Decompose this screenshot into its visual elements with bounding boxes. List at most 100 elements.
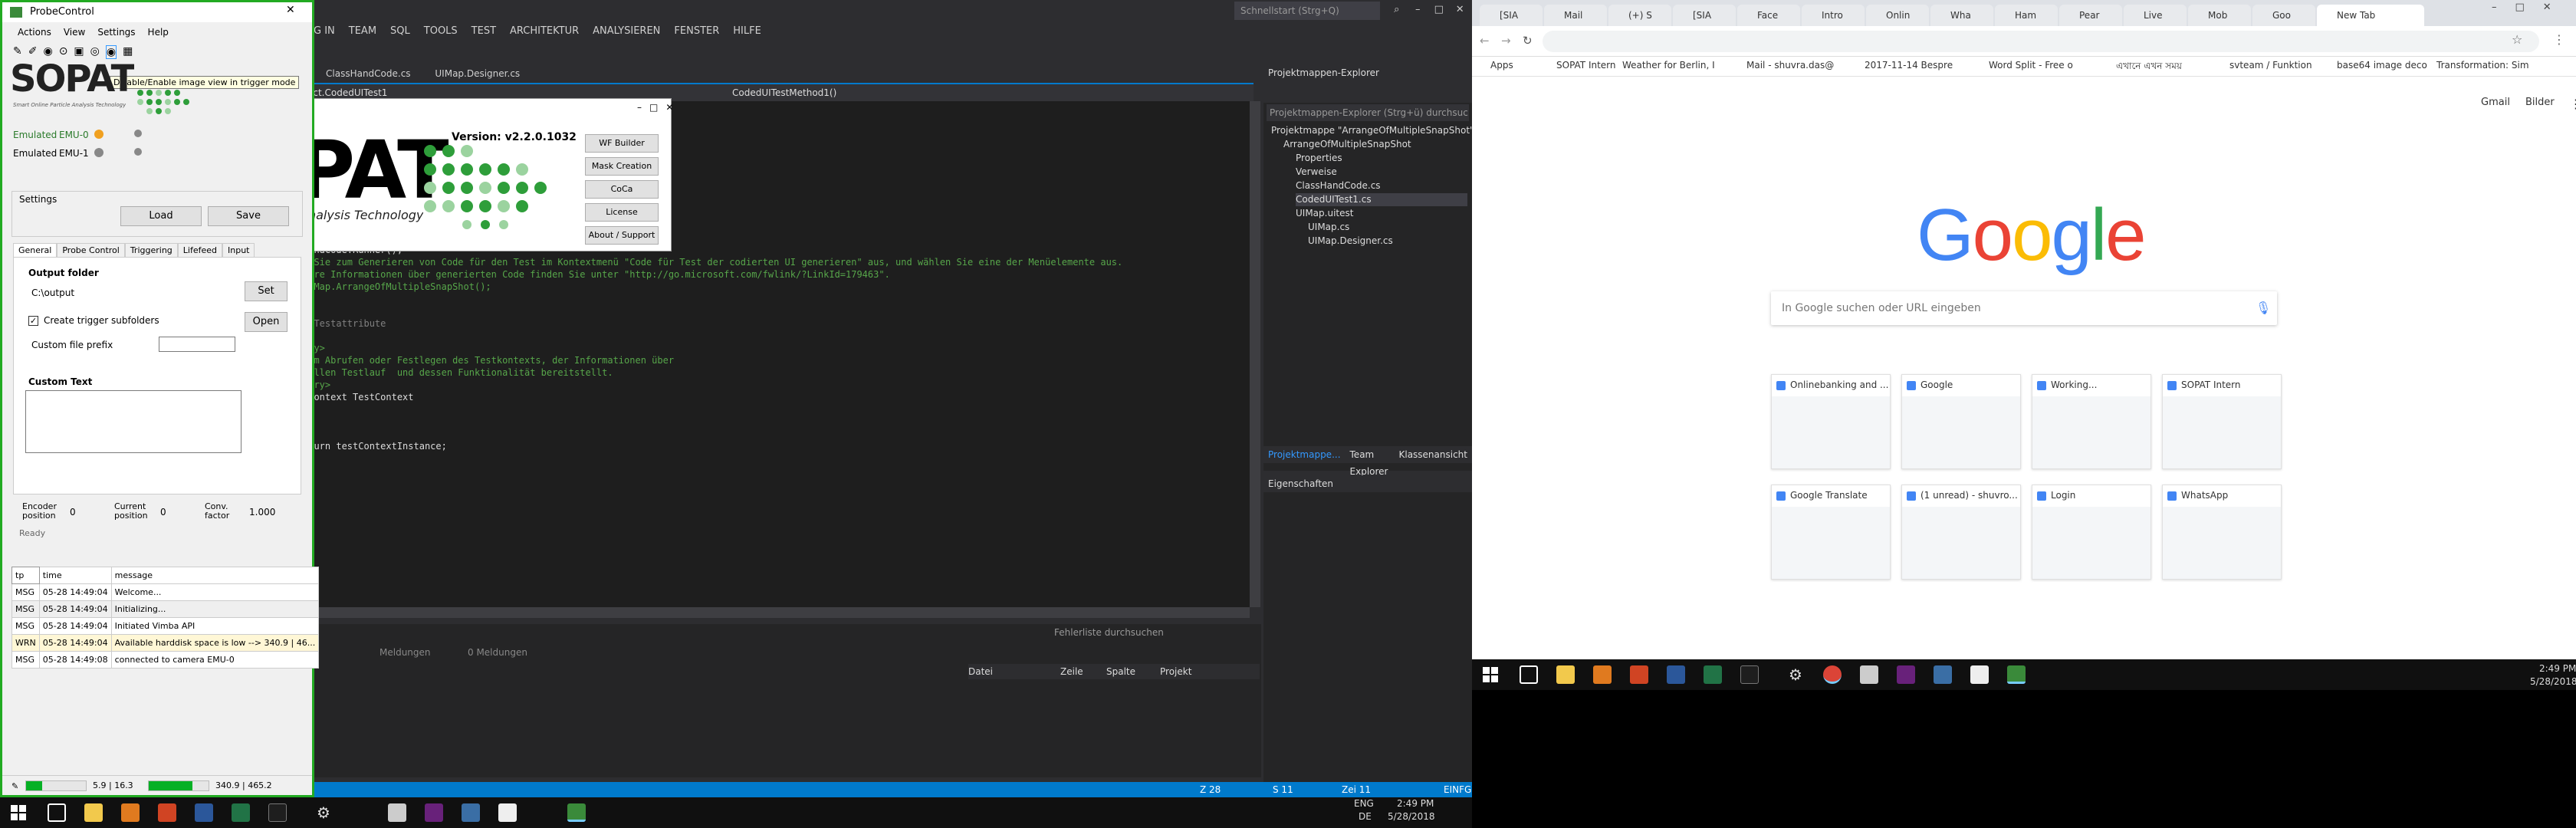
close-icon[interactable]: ✕ <box>665 102 673 113</box>
col-line[interactable]: Zeile <box>1060 664 1106 679</box>
chrome-icon[interactable] <box>1823 665 1842 684</box>
outlook-icon[interactable] <box>121 803 140 822</box>
browser-tab[interactable]: New Tab <box>2317 5 2424 26</box>
images-link[interactable]: Bilder <box>2525 97 2555 111</box>
language-indicator[interactable]: ENG <box>1354 798 1374 809</box>
custom-text-input[interactable] <box>25 390 242 453</box>
maximize-icon[interactable]: □ <box>649 102 658 113</box>
browser-tab[interactable]: Mail <box>1544 5 1607 26</box>
solution-item[interactable]: Projektmappe "ArrangeOfMultipleSnapShot" <box>1271 124 1472 137</box>
excel-icon[interactable] <box>232 803 250 822</box>
log-row[interactable]: MSG 05-28 14:49:08 connected to camera EMU… <box>12 651 320 669</box>
menu-settings[interactable]: Settings <box>91 24 141 41</box>
menu-dots-icon[interactable]: ⋮ <box>2553 32 2565 47</box>
custom-prefix-input[interactable] <box>159 337 235 352</box>
solution-item[interactable]: ClassHandCode.cs <box>1296 179 1381 192</box>
notepad-icon[interactable] <box>498 803 517 822</box>
subfolders-checkbox[interactable]: ✓ <box>28 316 38 326</box>
bookmark[interactable]: Mail - shuvra.das@ <box>1746 60 1834 71</box>
browser-tab[interactable]: Wha <box>1930 5 1993 26</box>
minimize-icon[interactable]: – <box>637 102 642 113</box>
browser-tab[interactable]: Face <box>1737 5 1800 26</box>
language-indicator-2[interactable]: DE <box>1359 811 1372 822</box>
gmail-link[interactable]: Gmail <box>2481 97 2510 111</box>
tab-triggering[interactable]: Triggering <box>124 243 178 258</box>
task-view-icon[interactable] <box>1520 665 1538 684</box>
browser-tab[interactable]: Live <box>2124 5 2187 26</box>
menu-item[interactable]: SQL <box>383 20 417 43</box>
task-view-icon[interactable] <box>48 803 66 822</box>
quick-launch-input[interactable]: Schnellstart (Strg+Q) <box>1234 2 1380 20</box>
about-support-button[interactable]: About / Support <box>585 226 659 245</box>
windows-start-icon[interactable] <box>1483 667 1498 682</box>
save-button[interactable]: Save <box>208 206 289 226</box>
minimize-icon[interactable]: – <box>1408 0 1429 20</box>
file-explorer-icon[interactable] <box>84 803 103 822</box>
clock-date[interactable]: 5/28/2018 <box>2530 676 2576 687</box>
log-row[interactable]: MSG 05-28 14:49:04 Initializing... <box>12 600 320 618</box>
console-icon[interactable] <box>1740 665 1759 684</box>
menu-item[interactable]: ANALYSIEREN <box>586 20 667 43</box>
browser-tab[interactable]: [SIA <box>1480 5 1543 26</box>
messages-filter[interactable]: Meldungen <box>380 647 431 658</box>
sopat-taskbar-icon[interactable] <box>2007 665 2026 684</box>
sopat-taskbar-icon[interactable] <box>567 803 586 822</box>
file-explorer-icon[interactable] <box>1556 665 1575 684</box>
minimize-icon[interactable]: – <box>2492 2 2497 13</box>
log-row[interactable]: WRN 05-28 14:49:04 Available harddisk spac… <box>12 634 320 652</box>
most-visited-tile[interactable]: Google Translate <box>1771 485 1891 580</box>
browser-tab[interactable]: Mob <box>2188 5 2251 26</box>
most-visited-tile[interactable]: WhatsApp <box>2162 485 2282 580</box>
forward-icon[interactable]: → <box>1501 34 1511 48</box>
google-search-box[interactable]: In Google suchen oder URL eingeben 🎙 <box>1771 291 2277 325</box>
clock-date[interactable]: 5/28/2018 <box>1388 811 1435 822</box>
omnibox[interactable] <box>1543 31 2539 52</box>
word-icon[interactable] <box>1667 665 1685 684</box>
menu-item[interactable]: ARCHITEKTUR <box>503 20 586 43</box>
tab-class-view[interactable]: Klassenansicht <box>1394 446 1472 463</box>
tab-input[interactable]: Input <box>222 243 255 258</box>
tab-probe-control[interactable]: Probe Control <box>57 243 125 258</box>
maximize-icon[interactable]: □ <box>1428 0 1450 20</box>
error-list-search[interactable]: Fehlerliste durchsuchen <box>1054 627 1164 638</box>
bookmark[interactable]: base64 image deco <box>2337 60 2427 71</box>
powerpoint-icon[interactable] <box>1630 665 1648 684</box>
clock-time[interactable]: 2:49 PM <box>2539 663 2576 674</box>
notepad-icon[interactable] <box>1970 665 1989 684</box>
solution-item[interactable]: Properties <box>1296 152 1342 165</box>
coca-button[interactable]: CoCa <box>585 180 659 199</box>
tab-solution[interactable]: Projektmappe... <box>1263 446 1346 463</box>
visual-studio-icon[interactable] <box>425 803 443 822</box>
solution-item[interactable]: ArrangeOfMultipleSnapShot <box>1283 138 1411 151</box>
excel-icon[interactable] <box>1704 665 1722 684</box>
close-icon[interactable]: ✕ <box>286 4 295 16</box>
search-icon[interactable]: ⌕ <box>1386 0 1408 20</box>
console-icon[interactable] <box>268 803 287 822</box>
tab-general[interactable]: General <box>13 243 58 258</box>
most-visited-tile[interactable]: SOPAT Intern <box>2162 374 2282 469</box>
outlook-icon[interactable] <box>1593 665 1612 684</box>
col-column[interactable]: Spalte <box>1106 664 1160 679</box>
license-button[interactable]: License <box>585 203 659 222</box>
browser-tab[interactable]: Pear <box>2059 5 2122 26</box>
word-icon[interactable] <box>195 803 213 822</box>
bookmark[interactable]: Word Split - Free o <box>1989 60 2073 71</box>
menu-item[interactable]: TOOLS <box>417 20 465 43</box>
editor-scrollbar-vertical[interactable] <box>1250 101 1260 607</box>
back-icon[interactable]: ← <box>1480 34 1490 48</box>
calculator-icon[interactable] <box>1860 665 1878 684</box>
settings-gear-icon[interactable]: ⚙ <box>1786 665 1805 684</box>
solution-item[interactable]: UIMap.Designer.cs <box>1308 235 1393 248</box>
solution-search[interactable]: Projektmappen-Explorer (Strg+ü) durchsuc <box>1267 104 1469 121</box>
tab-lifefeed[interactable]: Lifefeed <box>177 243 222 258</box>
close-icon[interactable]: ✕ <box>2543 2 2551 13</box>
set-button[interactable]: Set <box>245 281 288 301</box>
clock-time[interactable]: 2:49 PM <box>1397 798 1434 809</box>
bookmark[interactable]: svteam / Funktion <box>2229 60 2312 71</box>
most-visited-tile[interactable]: (1 unread) - shuvro... <box>1901 485 2021 580</box>
app-icon[interactable] <box>1934 665 1952 684</box>
log-col-message[interactable]: message <box>110 567 320 584</box>
mask-creation-button[interactable]: Mask Creation <box>585 157 659 176</box>
bookmark[interactable]: SOPAT Intern <box>1556 60 1616 71</box>
menu-item[interactable]: TEAM <box>342 20 383 43</box>
